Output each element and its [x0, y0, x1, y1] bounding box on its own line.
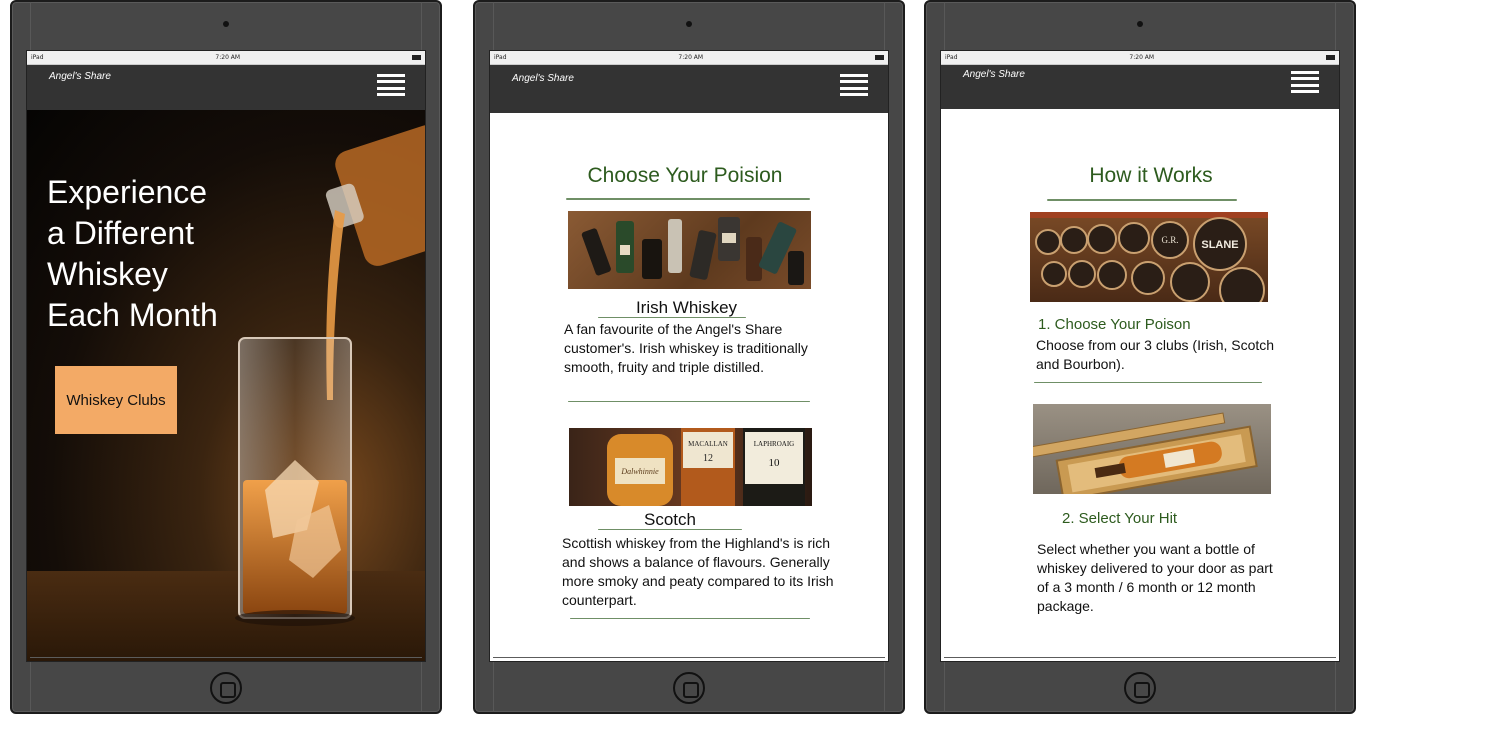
bottle-label-laphroaig: LAPHROAIG [754, 440, 794, 448]
battery-icon [875, 55, 884, 60]
bottle-label-laphroaig-age: 10 [769, 457, 781, 469]
club-title-irish: Irish Whiskey [635, 298, 738, 317]
how-content: How it Works G.R. SLANE 1. Choose Your P… [941, 110, 1339, 661]
status-time: 7:20 AM [1129, 54, 1155, 61]
navbar: Angel's Share [941, 65, 1339, 109]
step-text-2: Select whether you want a bottle of whis… [1037, 541, 1273, 614]
step-text-1: Choose from our 3 clubs (Irish, Scotch a… [1036, 337, 1275, 372]
brand-logo[interactable]: Angel's Share [49, 71, 111, 82]
club-title-underline [598, 529, 742, 530]
club-title-scotch: Scotch [644, 510, 696, 529]
hero-title: Experience a Different Whiskey Each Mont… [47, 172, 218, 336]
battery-icon [412, 55, 421, 60]
status-device: iPad [494, 54, 507, 61]
barrels-photo[interactable]: G.R. SLANE [1030, 212, 1268, 302]
brand-logo[interactable]: Angel's Share [512, 73, 574, 84]
status-time: 7:20 AM [215, 54, 241, 61]
home-button-icon[interactable] [210, 672, 242, 704]
hero-title-line-2: a Different [47, 215, 195, 251]
step-title-2: 2. Select Your Hit [1062, 510, 1178, 527]
section-title: Choose Your Poision [587, 164, 783, 187]
battery-icon [1326, 55, 1335, 60]
camera-dot [223, 21, 229, 27]
hamburger-menu-icon[interactable] [1291, 71, 1319, 93]
title-divider [566, 198, 810, 200]
brand-logo[interactable]: Angel's Share [963, 69, 1025, 80]
navbar: Angel's Share [490, 65, 888, 113]
step-divider [1034, 382, 1262, 383]
section-title: How it Works [1089, 164, 1213, 187]
step-title-1: 1. Choose Your Poison [1038, 316, 1191, 333]
camera-dot [686, 21, 692, 27]
tablet-clubs: iPad 7:20 AM Angel's Share Choose Your P… [473, 0, 905, 714]
barrel-label-slane: SLANE [1201, 239, 1238, 251]
hero-section: Experience a Different Whiskey Each Mont… [27, 110, 425, 661]
title-divider [1047, 199, 1237, 201]
status-bar: iPad 7:20 AM [27, 51, 425, 65]
status-device: iPad [945, 54, 958, 61]
bottle-label-macallan-age: 12 [703, 453, 713, 464]
hamburger-menu-icon[interactable] [840, 74, 868, 96]
club-divider [570, 618, 810, 619]
navbar: Angel's Share [27, 65, 425, 110]
hero-title-line-3: Whiskey [47, 256, 168, 292]
status-device: iPad [31, 54, 44, 61]
screen-clubs: iPad 7:20 AM Angel's Share Choose Your P… [489, 50, 889, 662]
clubs-content: Choose Your Poision Irish Whiskey A fan … [490, 110, 888, 661]
camera-dot [1137, 21, 1143, 27]
club-title-underline [598, 317, 746, 318]
hero-title-line-1: Experience [47, 174, 208, 210]
scotch-photo[interactable]: Dalwhinnie MACALLAN 12 LAPHROAIG 10 [569, 428, 812, 506]
status-bar: iPad 7:20 AM [490, 51, 888, 65]
status-time: 7:20 AM [678, 54, 704, 61]
irish-whiskey-photo[interactable] [568, 211, 811, 289]
screen-home: iPad 7:20 AM Angel's Share Experience a … [26, 50, 426, 662]
home-button-icon[interactable] [1124, 672, 1156, 704]
gift-box-photo[interactable] [1033, 404, 1271, 494]
hero-title-line-4: Each Month [47, 297, 218, 333]
barrel-label-gr: G.R. [1161, 235, 1178, 245]
hamburger-menu-icon[interactable] [377, 74, 405, 96]
tablet-home: iPad 7:20 AM Angel's Share Experience a … [10, 0, 442, 714]
club-description-irish: A fan favourite of the Angel's Share cus… [564, 321, 808, 375]
home-button-icon[interactable] [673, 672, 705, 704]
tablet-how-it-works: iPad 7:20 AM Angel's Share How it Works [924, 0, 1356, 714]
club-description-scotch: Scottish whiskey from the Highland's is … [562, 535, 834, 608]
status-bar: iPad 7:20 AM [941, 51, 1339, 65]
screen-how-it-works: iPad 7:20 AM Angel's Share How it Works [940, 50, 1340, 662]
bottle-label-dalwhinnie: Dalwhinnie [620, 467, 659, 476]
bottle-label-macallan: MACALLAN [688, 440, 728, 448]
whiskey-clubs-button[interactable]: Whiskey Clubs [55, 366, 177, 434]
club-divider [568, 401, 810, 402]
